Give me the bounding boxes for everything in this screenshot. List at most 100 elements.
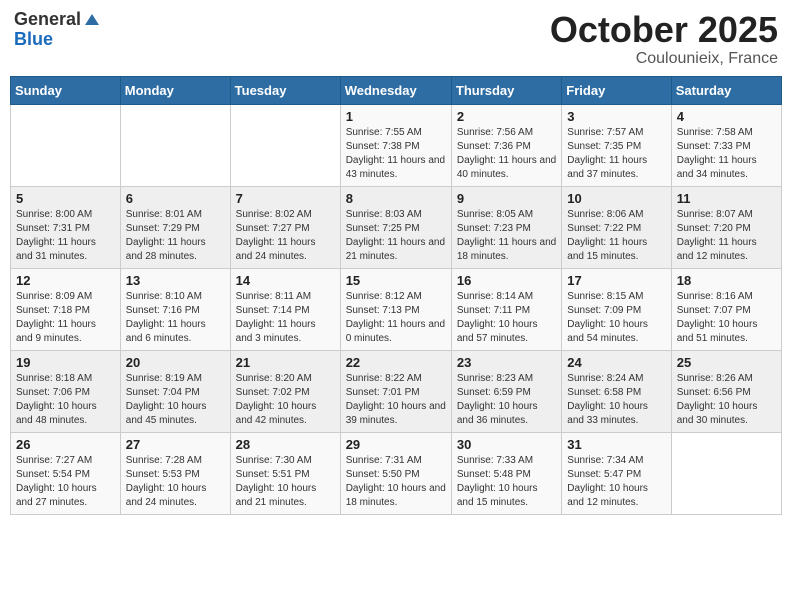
- calendar-cell: 29Sunrise: 7:31 AMSunset: 5:50 PMDayligh…: [340, 432, 451, 514]
- day-number: 14: [236, 273, 335, 288]
- day-number: 1: [346, 109, 446, 124]
- day-number: 17: [567, 273, 665, 288]
- calendar-cell: 1 Sunrise: 7:55 AMSunset: 7:38 PMDaylight…: [340, 104, 451, 186]
- calendar-cell: [671, 432, 781, 514]
- day-info: Sunrise: 8:23 AMSunset: 6:59 PMDaylight:…: [457, 372, 556, 428]
- day-number: 9: [457, 191, 556, 206]
- day-info: Sunrise: 8:26 AMSunset: 6:56 PMDaylight:…: [677, 372, 776, 428]
- calendar-cell: 27 Sunrise: 7:28 AMSunset: 5:53 PMDayligh…: [120, 432, 230, 514]
- column-header-monday: Monday: [120, 76, 230, 104]
- column-header-friday: Friday: [562, 76, 671, 104]
- column-header-saturday: Saturday: [671, 76, 781, 104]
- calendar-week-row: 12 Sunrise: 8:09 AMSunset: 7:18 PMDayligh…: [11, 268, 782, 350]
- logo-icon: [83, 11, 101, 29]
- calendar-cell: 10Sunrise: 8:06 AMSunset: 7:22 PMDayligh…: [562, 186, 671, 268]
- calendar-cell: 23 Sunrise: 8:23 AMSunset: 6:59 PMDayligh…: [451, 350, 561, 432]
- day-number: 18: [677, 273, 776, 288]
- day-number: 26: [16, 437, 115, 452]
- calendar-cell: 14 Sunrise: 8:11 AMSunset: 7:14 PMDayligh…: [230, 268, 340, 350]
- calendar-table: SundayMondayTuesdayWednesdayThursdayFrid…: [10, 76, 782, 515]
- calendar-cell: 5Sunrise: 8:00 AMSunset: 7:31 PMDaylight…: [11, 186, 121, 268]
- logo-blue-text: Blue: [14, 30, 53, 50]
- day-info: Sunrise: 8:16 AMSunset: 7:07 PMDaylight:…: [677, 290, 776, 346]
- day-info: Sunrise: 8:11 AMSunset: 7:14 PMDaylight:…: [236, 290, 335, 346]
- day-number: 25: [677, 355, 776, 370]
- day-info: Sunrise: 7:58 AMSunset: 7:33 PMDaylight:…: [677, 126, 776, 182]
- calendar-cell: 3 Sunrise: 7:57 AMSunset: 7:35 PMDaylight…: [562, 104, 671, 186]
- column-header-sunday: Sunday: [11, 76, 121, 104]
- calendar-cell: [230, 104, 340, 186]
- calendar-cell: 19Sunrise: 8:18 AMSunset: 7:06 PMDayligh…: [11, 350, 121, 432]
- day-number: 27: [126, 437, 225, 452]
- day-number: 7: [236, 191, 335, 206]
- day-info: Sunrise: 7:56 AMSunset: 7:36 PMDaylight:…: [457, 126, 556, 182]
- calendar-cell: 24 Sunrise: 8:24 AMSunset: 6:58 PMDayligh…: [562, 350, 671, 432]
- day-number: 23: [457, 355, 556, 370]
- day-info: Sunrise: 8:22 AMSunset: 7:01 PMDaylight:…: [346, 372, 446, 428]
- day-info: Sunrise: 8:09 AMSunset: 7:18 PMDaylight:…: [16, 290, 115, 346]
- day-info: Sunrise: 8:24 AMSunset: 6:58 PMDaylight:…: [567, 372, 665, 428]
- day-info: Sunrise: 8:10 AMSunset: 7:16 PMDaylight:…: [126, 290, 225, 346]
- day-number: 24: [567, 355, 665, 370]
- day-number: 5: [16, 191, 115, 206]
- day-info: Sunrise: 8:12 AMSunset: 7:13 PMDaylight:…: [346, 290, 446, 346]
- column-header-tuesday: Tuesday: [230, 76, 340, 104]
- calendar-week-row: 19Sunrise: 8:18 AMSunset: 7:06 PMDayligh…: [11, 350, 782, 432]
- calendar-cell: 21Sunrise: 8:20 AMSunset: 7:02 PMDayligh…: [230, 350, 340, 432]
- calendar-cell: 26Sunrise: 7:27 AMSunset: 5:54 PMDayligh…: [11, 432, 121, 514]
- day-number: 22: [346, 355, 446, 370]
- calendar-header-row: SundayMondayTuesdayWednesdayThursdayFrid…: [11, 76, 782, 104]
- day-number: 20: [126, 355, 225, 370]
- calendar-cell: 17 Sunrise: 8:15 AMSunset: 7:09 PMDayligh…: [562, 268, 671, 350]
- day-info: Sunrise: 8:06 AMSunset: 7:22 PMDaylight:…: [567, 208, 665, 264]
- logo: General Blue: [14, 10, 101, 50]
- column-header-wednesday: Wednesday: [340, 76, 451, 104]
- day-number: 3: [567, 109, 665, 124]
- calendar-cell: 9 Sunrise: 8:05 AMSunset: 7:23 PMDaylight…: [451, 186, 561, 268]
- day-info: Sunrise: 8:20 AMSunset: 7:02 PMDaylight:…: [236, 372, 335, 428]
- day-info: Sunrise: 7:57 AMSunset: 7:35 PMDaylight:…: [567, 126, 665, 182]
- calendar-week-row: 5Sunrise: 8:00 AMSunset: 7:31 PMDaylight…: [11, 186, 782, 268]
- calendar-cell: 30Sunrise: 7:33 AMSunset: 5:48 PMDayligh…: [451, 432, 561, 514]
- calendar-cell: 28 Sunrise: 7:30 AMSunset: 5:51 PMDayligh…: [230, 432, 340, 514]
- day-number: 29: [346, 437, 446, 452]
- calendar-cell: 2 Sunrise: 7:56 AMSunset: 7:36 PMDaylight…: [451, 104, 561, 186]
- day-info: Sunrise: 8:01 AMSunset: 7:29 PMDaylight:…: [126, 208, 225, 264]
- day-info: Sunrise: 7:28 AMSunset: 5:53 PMDaylight:…: [126, 454, 225, 510]
- calendar-cell: 6 Sunrise: 8:01 AMSunset: 7:29 PMDaylight…: [120, 186, 230, 268]
- calendar-week-row: 1 Sunrise: 7:55 AMSunset: 7:38 PMDaylight…: [11, 104, 782, 186]
- day-number: 2: [457, 109, 556, 124]
- day-number: 19: [16, 355, 115, 370]
- day-info: Sunrise: 8:02 AMSunset: 7:27 PMDaylight:…: [236, 208, 335, 264]
- calendar-cell: 22 Sunrise: 8:22 AMSunset: 7:01 PMDayligh…: [340, 350, 451, 432]
- calendar-cell: 25 Sunrise: 8:26 AMSunset: 6:56 PMDayligh…: [671, 350, 781, 432]
- day-number: 15: [346, 273, 446, 288]
- day-number: 12: [16, 273, 115, 288]
- calendar-cell: [120, 104, 230, 186]
- column-header-thursday: Thursday: [451, 76, 561, 104]
- day-info: Sunrise: 8:05 AMSunset: 7:23 PMDaylight:…: [457, 208, 556, 264]
- day-info: Sunrise: 8:15 AMSunset: 7:09 PMDaylight:…: [567, 290, 665, 346]
- day-number: 31: [567, 437, 665, 452]
- calendar-cell: 16Sunrise: 8:14 AMSunset: 7:11 PMDayligh…: [451, 268, 561, 350]
- day-number: 11: [677, 191, 776, 206]
- day-info: Sunrise: 8:14 AMSunset: 7:11 PMDaylight:…: [457, 290, 556, 346]
- day-info: Sunrise: 8:03 AMSunset: 7:25 PMDaylight:…: [346, 208, 446, 264]
- calendar-cell: 11 Sunrise: 8:07 AMSunset: 7:20 PMDayligh…: [671, 186, 781, 268]
- calendar-cell: 13 Sunrise: 8:10 AMSunset: 7:16 PMDayligh…: [120, 268, 230, 350]
- calendar-cell: 4 Sunrise: 7:58 AMSunset: 7:33 PMDaylight…: [671, 104, 781, 186]
- day-info: Sunrise: 7:33 AMSunset: 5:48 PMDaylight:…: [457, 454, 556, 510]
- page-header: General Blue October 2025 Coulounieix, F…: [10, 10, 782, 68]
- day-number: 6: [126, 191, 225, 206]
- day-info: Sunrise: 8:07 AMSunset: 7:20 PMDaylight:…: [677, 208, 776, 264]
- day-number: 4: [677, 109, 776, 124]
- month-title: October 2025: [550, 10, 778, 50]
- day-info: Sunrise: 7:55 AMSunset: 7:38 PMDaylight:…: [346, 126, 446, 182]
- calendar-cell: 8Sunrise: 8:03 AMSunset: 7:25 PMDaylight…: [340, 186, 451, 268]
- day-number: 28: [236, 437, 335, 452]
- calendar-cell: 12 Sunrise: 8:09 AMSunset: 7:18 PMDayligh…: [11, 268, 121, 350]
- calendar-cell: 15 Sunrise: 8:12 AMSunset: 7:13 PMDayligh…: [340, 268, 451, 350]
- day-info: Sunrise: 7:30 AMSunset: 5:51 PMDaylight:…: [236, 454, 335, 510]
- day-number: 13: [126, 273, 225, 288]
- calendar-cell: 20Sunrise: 8:19 AMSunset: 7:04 PMDayligh…: [120, 350, 230, 432]
